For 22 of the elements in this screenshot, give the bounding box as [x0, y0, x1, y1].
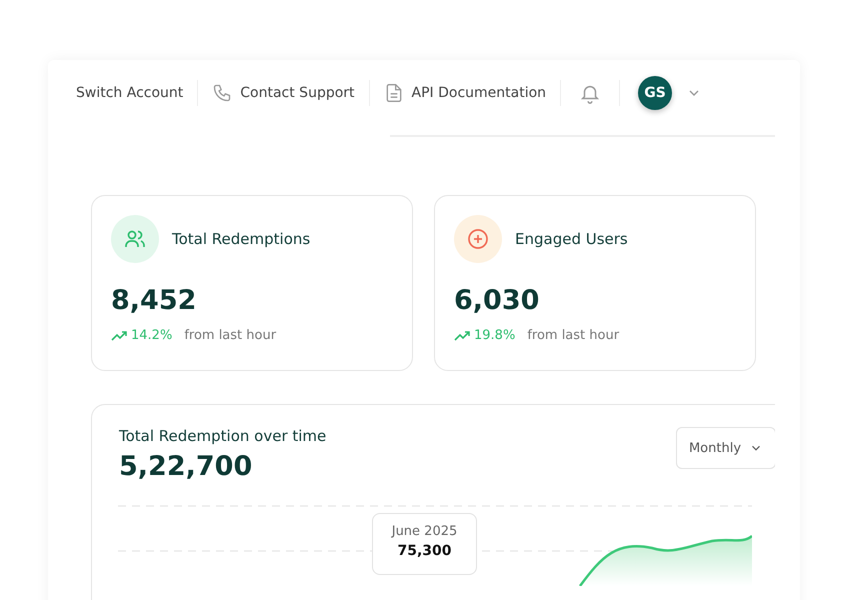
- stat-value: 6,030: [454, 285, 540, 316]
- nav-link[interactable]: API Documentation: [370, 83, 560, 103]
- chart-title: Total Redemption over time: [119, 427, 326, 445]
- change-percent: 14.2%: [131, 328, 172, 343]
- nav-link[interactable]: Switch Account: [62, 85, 198, 101]
- trend-up-icon: [454, 330, 470, 342]
- tooltip-label: June 2025: [390, 524, 458, 539]
- avatar[interactable]: GS: [638, 76, 672, 110]
- change-percent: 19.8%: [474, 328, 516, 343]
- trend-up-icon: [111, 330, 127, 342]
- stat-value: 8,452: [111, 285, 198, 316]
- plus-circle-icon: [466, 227, 490, 251]
- change-note: from last hour: [527, 328, 620, 343]
- tooltip-value: 75,300: [396, 543, 453, 559]
- nav-link[interactable]: Contact Support: [198, 83, 369, 103]
- card-title: Engaged Users: [515, 230, 628, 248]
- change-note: from last hour: [184, 328, 276, 343]
- card-title: Total Redemptions: [172, 230, 310, 248]
- document-icon: [384, 83, 404, 103]
- chart-total: 5,22,700: [119, 451, 254, 482]
- period-dropdown[interactable]: Monthly: [676, 427, 775, 469]
- phone-icon: [212, 83, 232, 103]
